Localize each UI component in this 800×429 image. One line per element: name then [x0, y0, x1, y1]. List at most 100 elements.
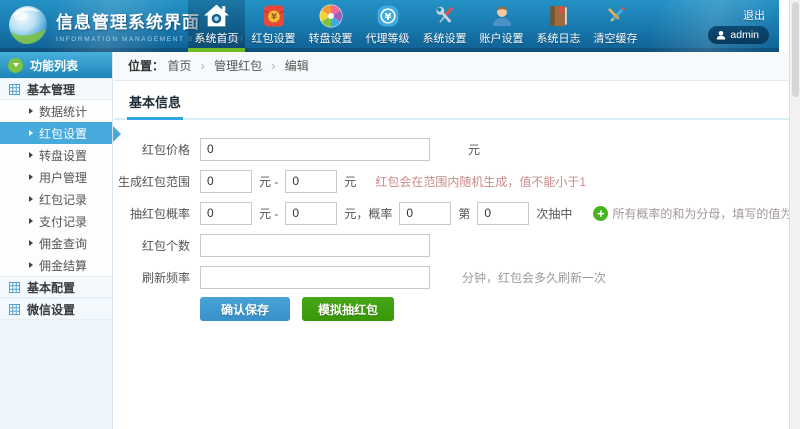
probability-unit1: 元 -	[259, 205, 278, 222]
range-unit1: 元 -	[259, 173, 278, 190]
sidebar-group-label: 基本管理	[27, 81, 75, 98]
svg-text:¥: ¥	[384, 11, 391, 22]
range-note: 红包会在范围内随机生成，值不能小于1	[375, 173, 586, 190]
form-row-probability: 抽红包概率 元 - 元，概率 第 次抽中 + 所有概率的和为分母，填写的值为分子…	[118, 201, 789, 225]
sidebar-item-payment-records[interactable]: 支付记录	[0, 210, 112, 232]
user-icon	[716, 30, 726, 40]
system-settings-icon	[432, 2, 458, 29]
simulate-draw-button[interactable]: 模拟抽红包	[302, 297, 394, 321]
breadcrumb: 位置： 首页 › 管理红包 › 编辑	[114, 52, 789, 81]
form-buttons: 确认保存 模拟抽红包	[200, 297, 789, 321]
breadcrumb-prefix: 位置：	[128, 59, 164, 73]
probability-unit2: 元，概率	[344, 205, 392, 222]
nav-item-agent-level[interactable]: ¥ 代理等级	[359, 0, 416, 52]
svg-text:¥: ¥	[271, 12, 277, 22]
sidebar-item-wheel-settings[interactable]: 转盘设置	[0, 144, 112, 166]
arrow-right-icon	[29, 196, 33, 202]
arrow-right-icon	[29, 130, 33, 136]
sidebar-header[interactable]: 功能列表	[0, 52, 112, 78]
sidebar-group-basic-management[interactable]: 基本管理	[0, 78, 112, 100]
nav-item-system-home[interactable]: 系统首页	[188, 0, 245, 52]
arrow-right-icon	[29, 152, 33, 158]
form-row-count: 红包个数	[118, 233, 789, 257]
nav-item-wheel-settings[interactable]: 转盘设置	[302, 0, 359, 52]
tab-basic-info[interactable]: 基本信息	[127, 92, 183, 120]
home-icon	[203, 2, 230, 29]
nav-item-account-settings[interactable]: 账户设置	[473, 0, 530, 52]
probability-times-input[interactable]	[477, 202, 529, 225]
breadcrumb-edit[interactable]: 编辑	[285, 59, 309, 73]
agent-level-icon: ¥	[375, 2, 401, 29]
nav-item-clear-cache[interactable]: 清空缓存	[587, 0, 644, 52]
sidebar-item-data-statistics[interactable]: 数据统计	[0, 100, 112, 122]
sidebar-item-label: 转盘设置	[39, 147, 87, 164]
grid-icon	[9, 84, 20, 95]
sidebar-item-label: 红包记录	[39, 191, 87, 208]
sidebar-group-label: 微信设置	[27, 301, 75, 318]
sidebar-item-label: 用户管理	[39, 169, 87, 186]
grid-icon	[9, 304, 20, 315]
clear-cache-icon	[603, 2, 629, 29]
nav-item-system-log[interactable]: 系统日志	[530, 0, 587, 52]
breadcrumb-separator: ›	[271, 59, 275, 73]
sidebar-item-commission-query[interactable]: 佣金查询	[0, 232, 112, 254]
arrow-right-icon	[29, 174, 33, 180]
scrollbar-thumb[interactable]	[792, 2, 799, 97]
red-packet-form: 红包价格 元 生成红包范围 元 - 元 红包会在范围内随机生成，值不能小于1 抽…	[114, 120, 789, 321]
grid-icon	[9, 282, 20, 293]
sidebar-item-label: 数据统计	[39, 103, 87, 120]
topbar: 信息管理系统界面 INFORMATION MANAGEMENT SYSTEM G…	[0, 0, 779, 52]
nav-label: 系统日志	[537, 30, 581, 46]
nav-label: 转盘设置	[309, 30, 353, 46]
probability-min-input[interactable]	[200, 202, 252, 225]
sidebar: 功能列表 基本管理 数据统计 红包设置 转盘设置 用户管理 红包记录 支付记录 …	[0, 52, 113, 429]
range-max-input[interactable]	[285, 170, 337, 193]
refresh-input[interactable]	[200, 266, 430, 289]
sidebar-group-wechat-settings[interactable]: 微信设置	[0, 298, 112, 320]
range-min-input[interactable]	[200, 170, 252, 193]
breadcrumb-manage-red-packet[interactable]: 管理红包	[214, 59, 262, 73]
sidebar-item-label: 佣金结算	[39, 257, 87, 274]
probability-unit4: 次抽中	[536, 205, 572, 222]
active-item-pointer	[113, 126, 121, 142]
scrollbar-track[interactable]	[789, 0, 800, 429]
count-input[interactable]	[200, 234, 430, 257]
arrow-right-icon	[29, 218, 33, 224]
probability-max-input[interactable]	[285, 202, 337, 225]
arrow-right-icon	[29, 108, 33, 114]
sidebar-item-label: 红包设置	[39, 125, 87, 142]
sidebar-group-label: 基本配置	[27, 279, 75, 296]
main-content: 位置： 首页 › 管理红包 › 编辑 基本信息 红包价格 元 生成红包范围 元 …	[114, 52, 789, 429]
nav-label: 代理等级	[366, 30, 410, 46]
username: admin	[730, 29, 759, 41]
sidebar-item-user-management[interactable]: 用户管理	[0, 166, 112, 188]
sidebar-item-label: 佣金查询	[39, 235, 87, 252]
probability-note: 所有概率的和为分母，填写的值为分子计算概率，第几次可以不填	[612, 205, 800, 222]
range-label: 生成红包范围	[118, 173, 190, 190]
price-label: 红包价格	[118, 141, 190, 158]
count-label: 红包个数	[118, 237, 190, 254]
sidebar-item-red-packet-settings[interactable]: 红包设置	[0, 122, 112, 144]
save-button[interactable]: 确认保存	[200, 297, 290, 321]
red-packet-icon: ¥	[261, 2, 287, 29]
nav-label: 账户设置	[480, 30, 524, 46]
breadcrumb-separator: ›	[201, 59, 205, 73]
breadcrumb-home[interactable]: 首页	[167, 59, 191, 73]
sidebar-item-commission-settlement[interactable]: 佣金结算	[0, 254, 112, 276]
app-logo	[6, 3, 52, 49]
form-row-range: 生成红包范围 元 - 元 红包会在范围内随机生成，值不能小于1	[118, 169, 789, 193]
refresh-label: 刷新频率	[118, 269, 190, 286]
nav-label: 系统设置	[423, 30, 467, 46]
price-input[interactable]	[200, 138, 430, 161]
user-menu[interactable]: admin	[708, 26, 769, 44]
nav-label: 红包设置	[252, 30, 296, 46]
account-settings-icon	[489, 2, 515, 29]
nav-item-system-settings[interactable]: 系统设置	[416, 0, 473, 52]
nav-item-red-packet-settings[interactable]: ¥ 红包设置	[245, 0, 302, 52]
probability-rate-input[interactable]	[399, 202, 451, 225]
sidebar-group-basic-config[interactable]: 基本配置	[0, 276, 112, 298]
add-probability-icon[interactable]: +	[593, 206, 608, 221]
sidebar-item-red-packet-records[interactable]: 红包记录	[0, 188, 112, 210]
logout-link[interactable]: 退出	[743, 7, 765, 23]
sidebar-header-label: 功能列表	[30, 57, 78, 74]
